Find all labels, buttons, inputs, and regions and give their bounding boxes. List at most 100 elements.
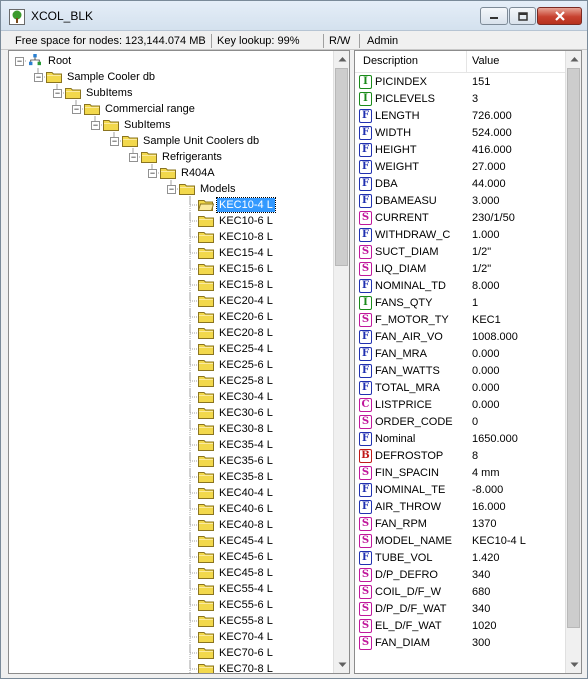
- tree-item[interactable]: KEC25-4 L: [9, 341, 333, 357]
- property-value[interactable]: 4 mm: [472, 467, 500, 479]
- property-value[interactable]: 1/2": [472, 263, 491, 275]
- tree-vertical-scrollbar[interactable]: [333, 51, 349, 673]
- property-value[interactable]: 1/2": [472, 246, 491, 258]
- property-row[interactable]: F TUBE_VOL 1.420: [355, 550, 565, 567]
- tree-item-label[interactable]: KEC55-4 L: [217, 582, 275, 596]
- tree-item[interactable]: − Sample Unit Coolers db: [9, 133, 333, 149]
- property-row[interactable]: S ORDER_CODE 0: [355, 414, 565, 431]
- property-row[interactable]: F WEIGHT 27.000: [355, 159, 565, 176]
- close-button[interactable]: [537, 7, 582, 25]
- scroll-thumb[interactable]: [567, 68, 580, 628]
- tree-item-label[interactable]: Sample Cooler db: [65, 70, 157, 84]
- tree-item[interactable]: KEC40-6 L: [9, 501, 333, 517]
- property-value[interactable]: 0.000: [472, 382, 500, 394]
- tree-item-label[interactable]: KEC45-8 L: [217, 566, 275, 580]
- collapse-toggle[interactable]: −: [167, 185, 176, 194]
- column-header-value[interactable]: Value: [472, 55, 499, 67]
- tree-item[interactable]: KEC35-4 L: [9, 437, 333, 453]
- tree-item-label[interactable]: Models: [198, 182, 237, 196]
- tree-item[interactable]: KEC20-4 L: [9, 293, 333, 309]
- scroll-up-button[interactable]: [334, 51, 349, 67]
- property-row[interactable]: S D/P_DEFRO 340: [355, 567, 565, 584]
- tree-item[interactable]: KEC70-8 L: [9, 661, 333, 673]
- tree-item[interactable]: KEC40-8 L: [9, 517, 333, 533]
- tree-item[interactable]: KEC55-6 L: [9, 597, 333, 613]
- property-row[interactable]: B DEFROSTOP 8: [355, 448, 565, 465]
- maximize-button[interactable]: [509, 7, 536, 25]
- property-value[interactable]: 230/1/50: [472, 212, 515, 224]
- tree-item[interactable]: − SubItems: [9, 85, 333, 101]
- property-row[interactable]: S F_MOTOR_TY KEC1: [355, 312, 565, 329]
- property-value[interactable]: 1008.000: [472, 331, 518, 343]
- property-value[interactable]: 300: [472, 637, 490, 649]
- tree-item-label[interactable]: KEC70-8 L: [217, 662, 275, 673]
- property-value[interactable]: 16.000: [472, 501, 506, 513]
- tree-item-label[interactable]: KEC40-6 L: [217, 502, 275, 516]
- tree-item[interactable]: KEC70-6 L: [9, 645, 333, 661]
- tree-item-label[interactable]: KEC10-6 L: [217, 214, 275, 228]
- property-row[interactable]: S MODEL_NAME KEC10-4 L: [355, 533, 565, 550]
- scroll-thumb[interactable]: [335, 68, 348, 266]
- tree-item-label[interactable]: SubItems: [122, 118, 172, 132]
- property-row[interactable]: S SUCT_DIAM 1/2": [355, 244, 565, 261]
- tree-item[interactable]: KEC30-6 L: [9, 405, 333, 421]
- minimize-button[interactable]: [480, 7, 508, 25]
- property-value[interactable]: 0.000: [472, 348, 500, 360]
- property-vertical-scrollbar[interactable]: [565, 51, 581, 673]
- property-value[interactable]: 3.000: [472, 195, 500, 207]
- collapse-toggle[interactable]: −: [91, 121, 100, 130]
- property-value[interactable]: KEC10-4 L: [472, 535, 526, 547]
- column-divider[interactable]: [466, 51, 467, 73]
- property-value[interactable]: 524.000: [472, 127, 512, 139]
- tree-item[interactable]: KEC15-4 L: [9, 245, 333, 261]
- tree-item-label[interactable]: KEC30-4 L: [217, 390, 275, 404]
- tree-item[interactable]: KEC70-4 L: [9, 629, 333, 645]
- property-value[interactable]: 1650.000: [472, 433, 518, 445]
- tree-item[interactable]: KEC25-8 L: [9, 373, 333, 389]
- tree-item[interactable]: KEC55-8 L: [9, 613, 333, 629]
- tree-item[interactable]: KEC20-8 L: [9, 325, 333, 341]
- tree-item[interactable]: − Commercial range: [9, 101, 333, 117]
- column-header-description[interactable]: Description: [363, 55, 418, 67]
- property-list[interactable]: Description Value I PICINDEX 151 I PICLEVELS…: [354, 50, 582, 674]
- property-value[interactable]: 0.000: [472, 399, 500, 411]
- tree-item[interactable]: − Root: [9, 53, 333, 69]
- tree-item-label[interactable]: KEC40-8 L: [217, 518, 275, 532]
- tree-item[interactable]: KEC10-8 L: [9, 229, 333, 245]
- collapse-toggle[interactable]: −: [15, 57, 24, 66]
- tree-item-label[interactable]: KEC25-8 L: [217, 374, 275, 388]
- tree-item-label[interactable]: KEC20-6 L: [217, 310, 275, 324]
- property-row[interactable]: I FANS_QTY 1: [355, 295, 565, 312]
- tree-item-label[interactable]: KEC70-6 L: [217, 646, 275, 660]
- property-value[interactable]: 726.000: [472, 110, 512, 122]
- property-value[interactable]: 680: [472, 586, 490, 598]
- property-value[interactable]: 151: [472, 76, 490, 88]
- property-row[interactable]: S FAN_DIAM 300: [355, 635, 565, 652]
- tree-item[interactable]: KEC20-6 L: [9, 309, 333, 325]
- tree-item[interactable]: KEC35-6 L: [9, 453, 333, 469]
- tree-item[interactable]: − Sample Cooler db: [9, 69, 333, 85]
- property-value[interactable]: 44.000: [472, 178, 506, 190]
- tree-item[interactable]: KEC10-4 L: [9, 197, 333, 213]
- tree-item-label[interactable]: KEC25-6 L: [217, 358, 275, 372]
- tree-view[interactable]: − Root − Sample Cooler db − SubItems − Commerci…: [8, 50, 350, 674]
- property-value[interactable]: 27.000: [472, 161, 506, 173]
- tree-item-label[interactable]: KEC35-4 L: [217, 438, 275, 452]
- scroll-down-button[interactable]: [334, 657, 349, 673]
- property-row[interactable]: F HEIGHT 416.000: [355, 142, 565, 159]
- tree-item[interactable]: KEC55-4 L: [9, 581, 333, 597]
- collapse-toggle[interactable]: −: [34, 73, 43, 82]
- tree-item-label[interactable]: KEC30-6 L: [217, 406, 275, 420]
- tree-item[interactable]: KEC15-6 L: [9, 261, 333, 277]
- property-row[interactable]: S FAN_RPM 1370: [355, 516, 565, 533]
- tree-item[interactable]: KEC35-8 L: [9, 469, 333, 485]
- tree-item-label[interactable]: R404A: [179, 166, 217, 180]
- tree-item[interactable]: KEC45-8 L: [9, 565, 333, 581]
- tree-item-label[interactable]: KEC55-6 L: [217, 598, 275, 612]
- tree-item[interactable]: KEC25-6 L: [9, 357, 333, 373]
- tree-item[interactable]: KEC45-6 L: [9, 549, 333, 565]
- tree-item-label[interactable]: KEC70-4 L: [217, 630, 275, 644]
- property-row[interactable]: F AIR_THROW 16.000: [355, 499, 565, 516]
- property-row[interactable]: F TOTAL_MRA 0.000: [355, 380, 565, 397]
- tree-item-label[interactable]: KEC35-6 L: [217, 454, 275, 468]
